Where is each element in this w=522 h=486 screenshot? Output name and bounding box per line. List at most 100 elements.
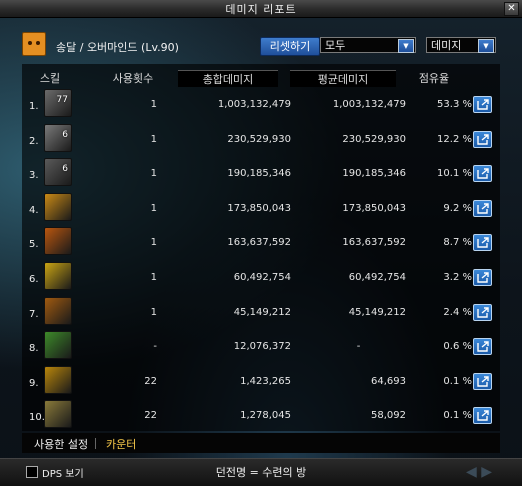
table-row: 3. 6 1 190,185,346 190,185,346 10.1 %: [22, 156, 500, 192]
damage-share: 0.1 %: [443, 375, 472, 387]
damage-type-select-value: 데미지: [431, 39, 462, 52]
column-header-skill: 스킬: [39, 72, 61, 85]
table-row: 1. 77 1 1,003,132,479 1,003,132,479 53.3 %: [22, 87, 500, 123]
average-damage: 45,149,212: [348, 306, 406, 318]
rank-number: 4.: [29, 204, 39, 216]
bottom-bar: DPS 보기 던전명 = 수련의 방 ◀ ▶: [0, 458, 522, 486]
total-damage: 60,492,754: [233, 272, 291, 283]
skill-icon: 6: [44, 158, 72, 187]
rank-number: 6.: [29, 274, 39, 285]
target-select-value: 모두: [325, 39, 346, 52]
uses-count: 1: [150, 202, 157, 214]
uses-count: 1: [150, 133, 157, 145]
table-row: 2. 6 1 230,529,930 230,529,930 12.2 %: [22, 122, 500, 158]
total-damage: 1,423,265: [240, 375, 291, 387]
skill-icon: [44, 331, 72, 360]
average-damage: 60,492,754: [348, 272, 406, 283]
table-row: 5. 1 163,637,592 163,637,592 8.7 %: [22, 225, 500, 261]
column-header-avg: 평균데미지: [290, 70, 396, 87]
skill-icon: 77: [44, 89, 72, 117]
total-damage: 45,149,212: [233, 306, 291, 318]
table-row: 6. 1 60,492,754 60,492,754 3.2 %: [22, 260, 500, 296]
share-report-icon[interactable]: [473, 338, 492, 356]
dungeon-name: 던전명 = 수련의 방: [215, 466, 307, 479]
rank-number: 10.: [29, 412, 45, 424]
share-report-icon[interactable]: [473, 96, 492, 113]
tab-used-settings[interactable]: 사용한 설정: [34, 436, 88, 452]
skill-icon: 6: [44, 123, 72, 152]
rank-number: 9.: [29, 377, 39, 389]
share-report-icon[interactable]: [473, 130, 492, 148]
damage-share: 12.2 %: [437, 133, 472, 145]
average-damage: 190,185,346: [342, 168, 406, 180]
average-damage: -: [356, 341, 361, 353]
total-damage: 12,076,372: [233, 341, 291, 353]
share-report-icon[interactable]: [473, 234, 492, 252]
skill-icon: [44, 400, 72, 429]
share-report-icon[interactable]: [473, 269, 492, 286]
share-report-icon[interactable]: [473, 372, 492, 390]
character-name: 송달 / 오버마인드 (Lv.90): [56, 41, 179, 54]
average-damage: 64,693: [371, 375, 406, 387]
share-report-icon[interactable]: [473, 303, 492, 321]
chevron-down-icon[interactable]: ▼: [478, 39, 494, 53]
total-damage: 1,278,045: [240, 410, 291, 422]
skill-icon: [44, 227, 72, 256]
total-damage: 163,637,592: [227, 237, 291, 249]
uses-count: 1: [150, 237, 157, 249]
share-report-icon[interactable]: [473, 165, 492, 183]
column-header-uses: 사용횟수: [112, 72, 154, 85]
skill-icon: [44, 192, 72, 221]
rank-number: 3.: [29, 170, 39, 182]
average-damage: 173,850,043: [342, 202, 406, 214]
uses-count: 1: [150, 168, 157, 180]
uses-count: 1: [150, 99, 157, 110]
uses-count: 22: [144, 375, 157, 387]
average-damage: 163,637,592: [342, 237, 406, 249]
rank-number: 2.: [29, 135, 39, 147]
skill-icon: [44, 262, 72, 290]
total-damage: 190,185,346: [227, 168, 291, 180]
average-damage: 58,092: [371, 410, 406, 422]
total-damage: 230,529,930: [227, 133, 291, 145]
total-damage: 1,003,132,479: [217, 99, 291, 110]
uses-count: 1: [150, 272, 157, 283]
chevron-down-icon[interactable]: ▼: [398, 39, 414, 53]
skill-level: 77: [56, 95, 68, 105]
reset-button[interactable]: 리셋하기: [260, 37, 320, 56]
skill-level: 6: [62, 129, 68, 140]
damage-type-select[interactable]: 데미지 ▼: [426, 37, 496, 53]
column-header-share: 점유율: [418, 72, 450, 85]
average-damage: 230,529,930: [342, 133, 406, 145]
damage-share: 8.7 %: [443, 237, 472, 249]
target-select[interactable]: 모두 ▼: [320, 37, 416, 53]
uses-count: -: [153, 341, 157, 353]
character-avatar-icon: [22, 32, 46, 56]
uses-count: 22: [144, 410, 157, 422]
skill-level: 6: [62, 164, 68, 175]
damage-share: 10.1 %: [437, 168, 472, 180]
share-report-icon[interactable]: [473, 199, 492, 217]
table-row: 9. 22 1,423,265 64,693 0.1 %: [22, 364, 500, 400]
rank-number: 5.: [29, 239, 39, 251]
total-damage: 173,850,043: [227, 202, 291, 214]
share-report-icon[interactable]: [473, 407, 492, 425]
rank-number: 7.: [29, 308, 39, 320]
close-icon[interactable]: ✕: [504, 2, 519, 16]
damage-share: 3.2 %: [443, 272, 472, 283]
damage-share: 0.6 %: [443, 341, 472, 353]
column-header-total: 총합데미지: [178, 70, 278, 87]
table-row: 4. 1 173,850,043 173,850,043 9.2 %: [22, 191, 500, 227]
window-title: 데미지 리포트: [225, 3, 297, 16]
damage-share: 9.2 %: [443, 202, 472, 214]
window-titlebar[interactable]: 데미지 리포트 ✕: [0, 0, 522, 18]
average-damage: 1,003,132,479: [332, 99, 406, 110]
tab-divider: [95, 438, 96, 449]
table-row: 7. 1 45,149,212 45,149,212 2.4 %: [22, 295, 500, 331]
scroll-arrows-icon: ◀ ▶: [466, 464, 492, 480]
damage-share: 2.4 %: [443, 306, 472, 318]
uses-count: 1: [150, 306, 157, 318]
damage-share: 0.1 %: [443, 410, 472, 422]
damage-share: 53.3 %: [437, 99, 472, 110]
tab-counter[interactable]: 카운터: [106, 436, 136, 452]
